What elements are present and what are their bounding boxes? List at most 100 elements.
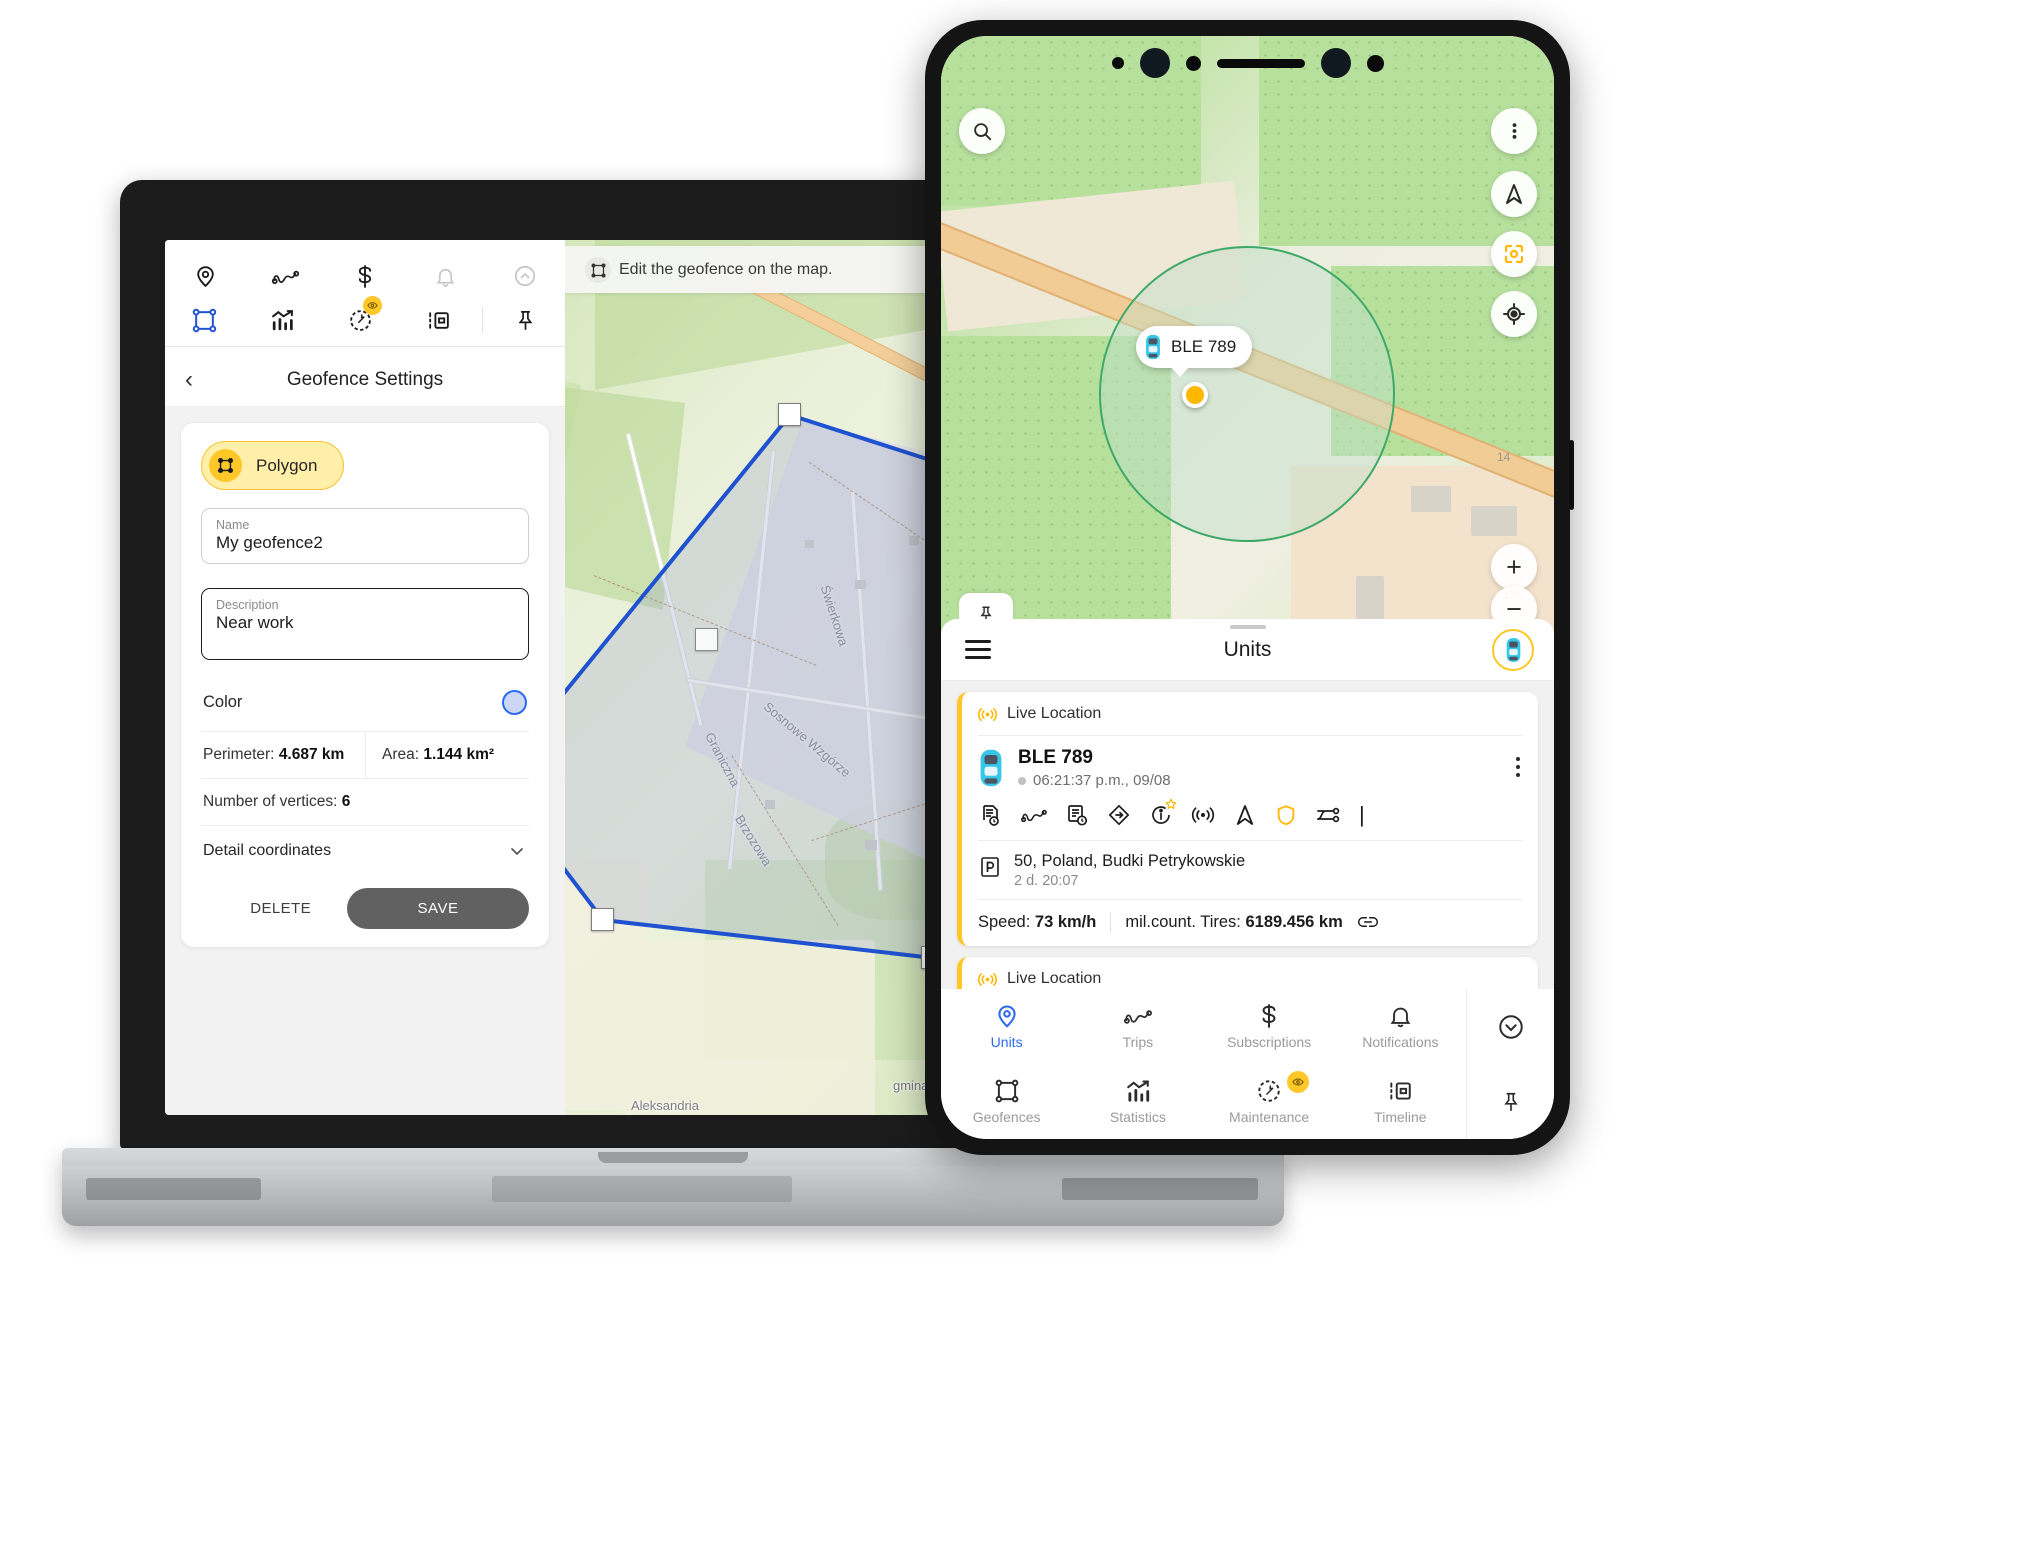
vertices-row: Number of vertices: 6 — [201, 779, 529, 826]
detail-coordinates-row[interactable]: Detail coordinates — [201, 826, 529, 876]
camera-lens — [1185, 55, 1201, 71]
broadcast-icon[interactable] — [1191, 805, 1215, 825]
bottom-nav-geofences[interactable]: Geofences — [941, 1064, 1072, 1139]
nav-item-collapse[interactable] — [485, 264, 565, 288]
back-button[interactable]: ‹ — [185, 367, 193, 392]
eye-icon — [362, 295, 382, 315]
unit-duration: 2 d. 20:07 — [1014, 873, 1079, 889]
unit-name: BLE 789 — [1018, 747, 1093, 768]
map-label: Aleksandria — [631, 1098, 699, 1113]
color-swatch[interactable] — [502, 690, 527, 715]
geofence-circle — [1099, 246, 1395, 542]
vertex-handle[interactable] — [778, 403, 801, 426]
pin-button[interactable] — [1467, 1064, 1554, 1139]
bottom-nav-trips[interactable]: Trips — [1072, 989, 1203, 1064]
area-label: Area: — [382, 746, 420, 763]
unit-main-row[interactable]: BLE 789 06:21:37 p.m., 09/08 — [962, 736, 1538, 798]
desktop-nav-row-2 — [165, 295, 565, 342]
bottom-nav-grid: Units Trips Subscriptions Notifications … — [941, 989, 1466, 1139]
hamburger-icon[interactable] — [965, 640, 991, 659]
laptop-trackpad-notch — [598, 1152, 748, 1163]
bottom-nav-label: Timeline — [1374, 1109, 1427, 1125]
nav-item-timeline[interactable] — [400, 308, 478, 333]
toast-text: Edit the geofence on the map. — [619, 260, 833, 278]
search-icon[interactable] — [959, 108, 1005, 154]
color-row[interactable]: Color — [201, 684, 529, 731]
area-metric: Area: 1.144 km² — [365, 732, 529, 778]
delete-button[interactable]: DELETE — [236, 890, 325, 927]
laptop-base — [62, 1148, 1284, 1226]
unit-card[interactable]: Live Location — [957, 692, 1538, 946]
color-label: Color — [203, 693, 243, 711]
unit-timestamp: 06:21:37 p.m., 09/08 — [1033, 772, 1171, 789]
vehicle-filter-button[interactable] — [1492, 628, 1534, 671]
nav-item-subscriptions[interactable] — [325, 264, 405, 289]
counter-label: mil.count. Tires: — [1125, 912, 1241, 931]
unit-menu-button[interactable] — [1516, 757, 1520, 777]
nav-item-notifications[interactable] — [405, 264, 485, 289]
link-icon[interactable] — [1357, 914, 1379, 930]
map-unit-bubble[interactable]: BLE 789 — [1136, 326, 1253, 377]
crosshair-icon[interactable] — [1491, 291, 1537, 337]
parking-icon — [978, 855, 1002, 879]
bottom-nav-units[interactable]: Units — [941, 989, 1072, 1064]
bottom-nav-side — [1466, 989, 1554, 1139]
vertex-handle[interactable] — [591, 908, 614, 931]
nav-item-statistics[interactable] — [243, 308, 321, 333]
bottom-nav-maintenance[interactable]: Maintenance — [1204, 1064, 1335, 1139]
description-field-label: Description — [216, 598, 279, 612]
shape-type-chip[interactable]: Polygon — [201, 441, 345, 490]
direction-icon[interactable] — [1107, 803, 1131, 827]
navigation-arrow-icon[interactable] — [1233, 803, 1257, 827]
name-field-label: Name — [216, 518, 250, 532]
nav-item-trips[interactable] — [245, 264, 325, 289]
panel-title-bar: ‹ Geofence Settings — [165, 353, 565, 407]
phone-side-button — [1569, 440, 1574, 510]
shape-type-label: Polygon — [256, 455, 318, 475]
perimeter-value: 4.687 km — [278, 746, 345, 763]
phone-bottom-nav: Units Trips Subscriptions Notifications … — [941, 989, 1554, 1139]
geofence-form-card: Polygon Name My geofence2 Description Ne… — [181, 423, 549, 947]
bottom-nav-statistics[interactable]: Statistics — [1072, 1064, 1203, 1139]
speed-label: Speed: — [978, 912, 1031, 931]
form-actions: DELETE SAVE — [201, 876, 529, 929]
earpiece-speaker — [1216, 58, 1305, 68]
bottom-nav-label: Statistics — [1109, 1109, 1166, 1125]
zoom-in-button[interactable]: + — [1491, 544, 1537, 590]
speed-value: 73 km/h — [1034, 912, 1097, 931]
nav-item-geofences[interactable] — [165, 308, 243, 333]
vertex-midpoint[interactable] — [695, 628, 718, 651]
page-title: Geofence Settings — [286, 368, 444, 390]
perimeter-label: Perimeter: — [203, 746, 275, 763]
route-icon[interactable] — [1020, 803, 1047, 827]
live-location-label: Live Location — [1007, 705, 1102, 722]
connect-icon[interactable] — [1315, 804, 1341, 826]
unit-address: 50, Poland, Budki Petrykowskie — [1014, 852, 1246, 870]
shield-icon[interactable] — [1275, 803, 1297, 827]
eye-icon — [1286, 1071, 1309, 1093]
geofence-name-field[interactable]: Name My geofence2 — [201, 508, 529, 564]
report-icon[interactable] — [978, 803, 1002, 827]
unit-address-row: 50, Poland, Budki Petrykowskie 2 d. 20:0… — [962, 841, 1538, 899]
bottom-nav-notifications[interactable]: Notifications — [1335, 989, 1466, 1064]
map-unit-marker[interactable] — [1182, 382, 1208, 408]
unit-action-icons: | — [962, 798, 1538, 840]
car-blue-icon — [978, 748, 1004, 788]
navigation-arrow-icon[interactable] — [1491, 171, 1537, 217]
geofence-description-field[interactable]: Description Near work — [201, 588, 529, 660]
focus-frame-icon[interactable] — [1491, 231, 1537, 277]
nav-item-maintenance[interactable] — [321, 295, 399, 333]
bottom-nav-subscriptions[interactable]: Subscriptions — [1204, 989, 1335, 1064]
bottom-nav-timeline[interactable]: Timeline — [1335, 1064, 1466, 1139]
info-star-icon[interactable] — [1149, 798, 1177, 827]
camera-lens — [1366, 54, 1384, 72]
chevron-down-icon[interactable] — [507, 841, 527, 861]
save-button[interactable]: SAVE — [347, 888, 529, 929]
nav-item-pin[interactable] — [487, 308, 565, 333]
nav-item-units[interactable] — [165, 264, 245, 289]
sheet-drag-handle[interactable] — [1229, 625, 1266, 629]
more-vertical-icon[interactable] — [1491, 108, 1537, 154]
expand-button[interactable] — [1467, 989, 1554, 1064]
bottom-nav-label: Geofences — [972, 1109, 1041, 1125]
trip-log-icon[interactable] — [1065, 803, 1089, 827]
